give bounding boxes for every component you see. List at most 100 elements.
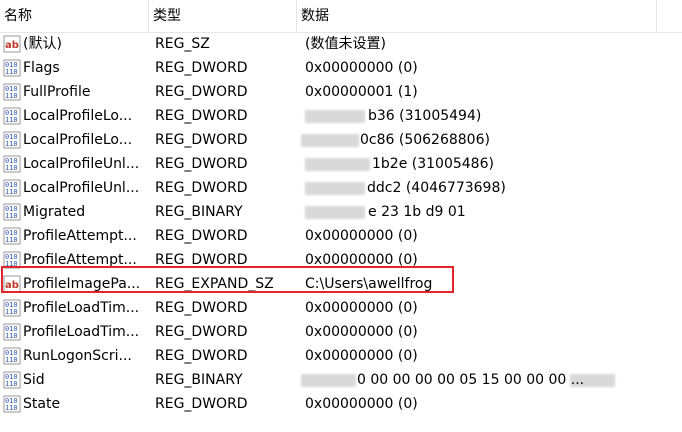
value-name: ProfileAttempt...: [23, 252, 137, 268]
table-row[interactable]: ab (默认) REG_SZ (数值未设置): [0, 32, 682, 56]
value-name: ProfileLoadTim...: [23, 324, 140, 340]
value-data: 0 00 00 00 00 05 15 00 00 00 ...: [357, 372, 585, 388]
table-row[interactable]: 010 110 LocalProfileLo... REG_DWORD b36 (…: [0, 104, 682, 128]
value-type: REG_DWORD: [155, 180, 248, 196]
value-data: ddc2 (4046773698): [367, 180, 506, 196]
table-row[interactable]: 010 110 State REG_DWORD 0x00000000 (0): [0, 392, 682, 416]
binary-value-icon: 010 110: [3, 83, 21, 101]
svg-text:ab: ab: [5, 280, 19, 291]
table-row[interactable]: 010 110 ProfileLoadTim... REG_DWORD 0x000…: [0, 320, 682, 344]
column-header-data[interactable]: 数据: [297, 0, 657, 32]
value-type: REG_DWORD: [155, 84, 248, 100]
binary-value-icon: 010 110: [3, 107, 21, 125]
value-type: REG_DWORD: [155, 300, 248, 316]
value-data: 0c86 (506268806): [360, 132, 490, 148]
string-value-icon: ab: [3, 35, 21, 53]
value-name: RunLogonScri...: [23, 348, 132, 364]
column-header-name[interactable]: 名称: [0, 0, 149, 32]
svg-text:110: 110: [5, 188, 18, 196]
svg-text:110: 110: [5, 164, 18, 172]
redacted-mark: [305, 182, 365, 195]
value-name: (默认): [23, 36, 62, 52]
value-data: 1b2e (31005486): [372, 156, 494, 172]
column-header-type[interactable]: 类型: [149, 0, 297, 32]
value-data: 0x00000000 (0): [305, 252, 418, 268]
value-name: ProfileLoadTim...: [23, 300, 140, 316]
binary-value-icon: 010 110: [3, 299, 21, 317]
value-name: LocalProfileUnl...: [23, 156, 140, 172]
table-row[interactable]: 010 110 LocalProfileUnl... REG_DWORD ddc2…: [0, 176, 682, 200]
table-row[interactable]: 010 110 FullProfile REG_DWORD 0x00000001 …: [0, 80, 682, 104]
value-data: C:\Users\awellfrog: [305, 276, 433, 292]
binary-value-icon: 010 110: [3, 155, 21, 173]
table-row[interactable]: 010 110 ProfileAttempt... REG_DWORD 0x000…: [0, 248, 682, 272]
table-row[interactable]: 010 110 ProfileAttempt... REG_DWORD 0x000…: [0, 224, 682, 248]
table-row[interactable]: 010 110 Sid REG_BINARY 0 00 00 00 00 05 1…: [0, 368, 682, 392]
value-name: LocalProfileLo...: [23, 132, 133, 148]
value-type: REG_DWORD: [155, 156, 248, 172]
svg-text:ab: ab: [5, 40, 19, 51]
redacted-mark: [305, 206, 365, 219]
table-row[interactable]: 010 110 ProfileLoadTim... REG_DWORD 0x000…: [0, 296, 682, 320]
value-data: 0x00000000 (0): [305, 300, 418, 316]
redacted-mark: [301, 374, 356, 387]
svg-text:110: 110: [5, 140, 18, 148]
redacted-mark: [305, 158, 370, 171]
value-data: 0x00000000 (0): [305, 228, 418, 244]
value-name: FullProfile: [23, 84, 91, 100]
svg-text:110: 110: [5, 308, 18, 316]
value-name: Flags: [23, 60, 60, 76]
table-row[interactable]: 010 110 Flags REG_DWORD 0x00000000 (0): [0, 56, 682, 80]
value-name: Sid: [23, 372, 45, 388]
value-type: REG_DWORD: [155, 396, 248, 412]
value-type: REG_SZ: [155, 36, 210, 52]
binary-value-icon: 010 110: [3, 371, 21, 389]
value-type: REG_DWORD: [155, 108, 248, 124]
value-type: REG_DWORD: [155, 60, 248, 76]
svg-text:110: 110: [5, 212, 18, 220]
binary-value-icon: 010 110: [3, 323, 21, 341]
binary-value-icon: 010 110: [3, 227, 21, 245]
redacted-mark: [305, 110, 365, 123]
svg-text:110: 110: [5, 332, 18, 340]
value-type: REG_BINARY: [155, 204, 243, 220]
value-data: 0x00000001 (1): [305, 84, 418, 100]
value-type: REG_DWORD: [155, 252, 248, 268]
value-name: Migrated: [23, 204, 86, 220]
string-value-icon: ab: [3, 275, 21, 293]
value-type: REG_DWORD: [155, 132, 248, 148]
binary-value-icon: 010 110: [3, 251, 21, 269]
svg-text:110: 110: [5, 260, 18, 268]
binary-value-icon: 010 110: [3, 131, 21, 149]
binary-value-icon: 010 110: [3, 59, 21, 77]
value-type: REG_DWORD: [155, 348, 248, 364]
value-data: 0x00000000 (0): [305, 324, 418, 340]
svg-text:110: 110: [5, 380, 18, 388]
binary-value-icon: 010 110: [3, 203, 21, 221]
table-row[interactable]: 010 110 LocalProfileUnl... REG_DWORD 1b2e…: [0, 152, 682, 176]
binary-value-icon: 010 110: [3, 395, 21, 413]
value-name: State: [23, 396, 61, 412]
value-data: (数值未设置): [305, 36, 386, 52]
table-row[interactable]: ab ProfileImagePa... REG_EXPAND_SZ C:\Us…: [0, 272, 682, 296]
registry-values-list: ab (默认) REG_SZ (数值未设置) 010 110 Flags REG_…: [0, 32, 682, 416]
redacted-mark: [301, 134, 359, 147]
svg-text:110: 110: [5, 356, 18, 364]
svg-text:110: 110: [5, 404, 18, 412]
value-name: ProfileImagePa...: [23, 276, 141, 292]
svg-text:110: 110: [5, 92, 18, 100]
value-type: REG_BINARY: [155, 372, 243, 388]
value-name: LocalProfileLo...: [23, 108, 133, 124]
value-name: ProfileAttempt...: [23, 228, 137, 244]
binary-value-icon: 010 110: [3, 347, 21, 365]
value-data: e 23 1b d9 01: [368, 204, 466, 220]
svg-text:110: 110: [5, 236, 18, 244]
list-header: 名称 类型 数据: [0, 0, 682, 33]
table-row[interactable]: 010 110 RunLogonScri... REG_DWORD 0x00000…: [0, 344, 682, 368]
table-row[interactable]: 010 110 LocalProfileLo... REG_DWORD 0c86 …: [0, 128, 682, 152]
value-data: 0x00000000 (0): [305, 396, 418, 412]
svg-text:110: 110: [5, 68, 18, 76]
value-name: LocalProfileUnl...: [23, 180, 140, 196]
binary-value-icon: 010 110: [3, 179, 21, 197]
table-row[interactable]: 010 110 Migrated REG_BINARY e 23 1b d9 01: [0, 200, 682, 224]
